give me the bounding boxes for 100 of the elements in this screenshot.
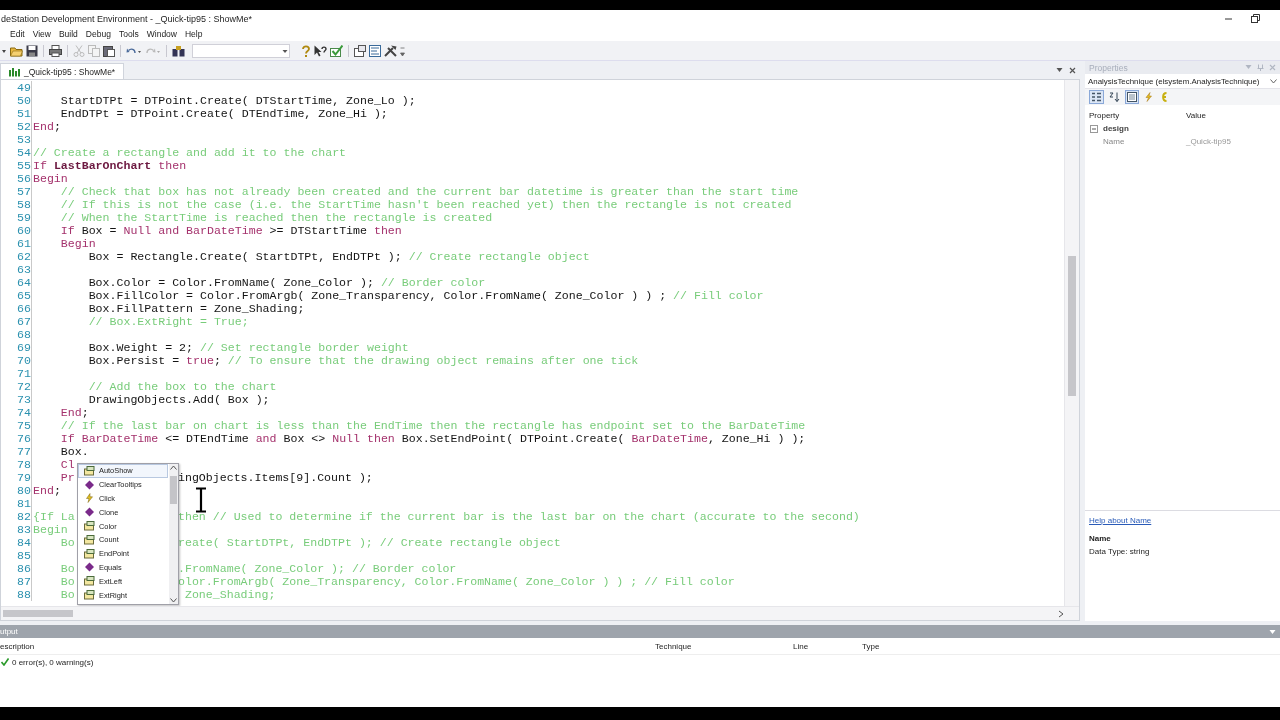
line-number: 52 <box>1 120 32 133</box>
context-help-icon[interactable] <box>314 44 327 57</box>
code-line: Bo <box>59 588 75 601</box>
code-line: Box.Weight = 2; // Set rectangle border weight <box>87 341 409 354</box>
method-icon <box>84 507 95 518</box>
property-name: Name <box>1102 137 1126 146</box>
code-line: // If this is not the case (i.e. the StartTime hasn't been reached yet) then the rectangle is not created <box>59 198 792 211</box>
property-icon <box>84 548 95 559</box>
tools-icon[interactable] <box>384 44 397 57</box>
code-line: Begin <box>33 172 68 185</box>
line-number: 54 <box>1 146 32 159</box>
properties-icon[interactable] <box>354 44 366 57</box>
property-icon <box>84 590 95 601</box>
sort-icon[interactable] <box>1109 92 1120 102</box>
help-text: Data Type: string <box>1089 547 1150 556</box>
code-line: Begin <box>33 523 68 536</box>
format-icon[interactable] <box>369 44 381 57</box>
code-line: Box.FillColor = Color.FromArgb( Zone_Transparency, Color.FromName( Zone_Color ) ) ; // Fill color <box>87 289 764 302</box>
column-header: Value <box>1186 110 1207 120</box>
column-header: Technique <box>655 641 693 651</box>
menu-item[interactable]: View <box>28 29 55 39</box>
code-line: reate( StartDTPt, EndDTPt ); // Create rectangle object <box>178 536 561 549</box>
menu-item[interactable]: Tools <box>114 29 143 39</box>
code-line: ingObjects.Items[9].Count ); <box>178 471 373 484</box>
code-line: {If La <box>33 510 75 523</box>
line-number: 56 <box>1 172 32 185</box>
group-label: design <box>1103 124 1129 133</box>
code-line: End; <box>33 484 61 497</box>
line-number: 70 <box>1 354 32 367</box>
save-icon[interactable] <box>26 44 38 57</box>
line-number: 79 <box>1 471 32 484</box>
scrollbar-thumb[interactable] <box>170 476 177 504</box>
chevron-icon[interactable] <box>1270 78 1277 84</box>
code-line: If Box = Null and BarDateTime >= DTStartTime then <box>59 224 402 237</box>
search-field[interactable] <box>192 43 290 58</box>
column-header: Line <box>793 641 810 651</box>
binoculars-icon[interactable] <box>172 44 185 57</box>
code-line: Box.Persist = true; // To ensure that the drawing object remains after one tick <box>87 354 639 367</box>
code-line: Cl <box>59 458 75 471</box>
window-title: deStation Development Environment - _Quick-tip95 : ShowMe* <box>0 13 254 24</box>
line-number: 78 <box>1 458 32 471</box>
overflow-icon[interactable] <box>400 44 405 57</box>
line-number: 66 <box>1 302 32 315</box>
code-line: // Box.ExtRight = True; <box>87 315 249 328</box>
scroll-up-icon[interactable] <box>170 465 177 470</box>
line-number: 84 <box>1 536 32 549</box>
code-line: Bo <box>59 536 75 549</box>
scroll-down-icon[interactable] <box>170 598 177 603</box>
code-line: olor.FromArgb( Zone_Transparency, Color.FromName( Zone_Color ) ) ; // Fill color <box>178 575 735 588</box>
panel-title: utput <box>0 627 18 636</box>
scrollbar-thumb[interactable] <box>1068 256 1076 396</box>
line-number: 68 <box>1 328 32 341</box>
menu-item[interactable]: Build <box>54 29 82 39</box>
line-number: 59 <box>1 211 32 224</box>
help-link[interactable]: Help about Name <box>1089 516 1152 525</box>
line-number: 72 <box>1 380 32 393</box>
line-number: 63 <box>1 263 32 276</box>
code-line: Box = Rectangle.Create( StartDTPt, EndDTPt ); // Create rectangle object <box>87 250 590 263</box>
line-number: 51 <box>1 107 32 120</box>
code-line: Box.FillPattern = Zone_Shading; <box>87 302 305 315</box>
folder-icon[interactable] <box>10 44 23 57</box>
code-line: // Create a rectangle and add it to the chart <box>33 146 347 159</box>
column-header: Property <box>1089 110 1121 120</box>
print-icon[interactable] <box>49 44 62 57</box>
line-number: 61 <box>1 237 32 250</box>
restore-icon[interactable] <box>1251 14 1260 23</box>
method-icon <box>84 562 95 573</box>
scroll-right-icon[interactable] <box>1057 609 1065 618</box>
line-number: 65 <box>1 289 32 302</box>
line-number: 88 <box>1 588 32 601</box>
line-number: 60 <box>1 224 32 237</box>
categorized-icon[interactable] <box>1091 92 1102 102</box>
code-line: Box. <box>59 445 89 458</box>
menu-item[interactable]: Debug <box>81 29 115 39</box>
line-number: 85 <box>1 549 32 562</box>
document-tab[interactable]: _Quick-tip95 : ShowMe* <box>0 63 125 79</box>
collapse-icon[interactable] <box>1090 124 1098 133</box>
verify-icon[interactable] <box>330 44 343 57</box>
line-number: 53 <box>1 133 32 146</box>
property-icon <box>84 534 95 545</box>
scrollbar-thumb[interactable] <box>3 610 73 617</box>
menu-item[interactable]: Help <box>181 29 207 39</box>
property-icon <box>84 576 95 587</box>
code-line: Bo <box>59 562 75 575</box>
code-line: .FromName( Zone_Color ); // Border color <box>178 562 457 575</box>
line-number: 69 <box>1 341 32 354</box>
property-pages-icon[interactable] <box>1127 92 1137 102</box>
menu-item[interactable]: Window <box>142 29 181 39</box>
menu-item[interactable]: Edit <box>6 29 29 39</box>
text-cursor-icon <box>194 487 208 513</box>
code-line: If LastBarOnChart then <box>33 159 187 172</box>
dropdown-icon[interactable] <box>1056 67 1063 73</box>
line-number: 75 <box>1 419 32 432</box>
code-line: If BarDateTime <= DTEndTime and Box <> Null then Box.SetEndPoint( DTPoint.Create( BarDateTime, Zone_Hi ) ); <box>59 432 806 445</box>
paste-icon[interactable] <box>103 44 115 57</box>
line-number: 73 <box>1 393 32 406</box>
close-icon[interactable] <box>1069 67 1076 74</box>
line-number: 74 <box>1 406 32 419</box>
code-line: Box.Color = Color.FromName( Zone_Color ); // Border color <box>87 276 486 289</box>
line-number: 49 <box>1 81 32 94</box>
